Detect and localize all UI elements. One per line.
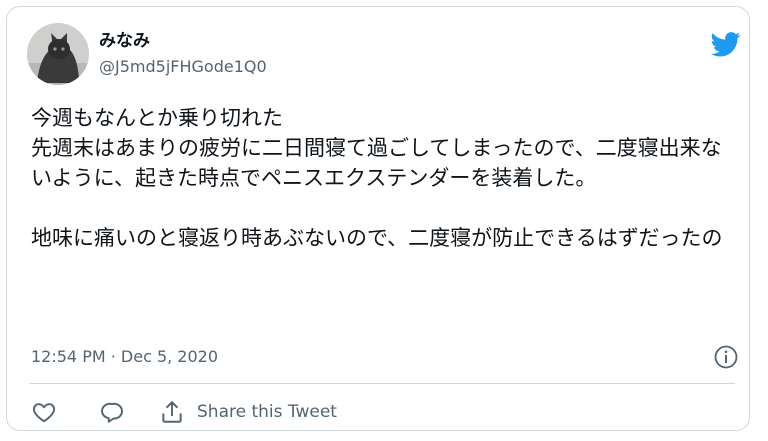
heart-icon bbox=[32, 403, 56, 423]
share-label[interactable]: Share this Tweet bbox=[197, 402, 337, 422]
cat-photo-icon bbox=[27, 23, 89, 85]
reply-bubble-icon bbox=[101, 402, 123, 423]
divider bbox=[29, 383, 735, 384]
tweet-text: 今週もなんとか乗り切れた 先週末はあまりの疲労に二日間寝て過ごしてしまったので、… bbox=[31, 106, 723, 250]
display-name[interactable]: みなみ bbox=[99, 31, 150, 51]
share-tweet-button[interactable]: Share this Tweet bbox=[159, 399, 337, 425]
twitter-bird-icon[interactable] bbox=[710, 29, 741, 59]
share-icon bbox=[162, 401, 182, 423]
tweet-timestamp[interactable]: 12:54 PM · Dec 5, 2020 bbox=[31, 347, 218, 367]
user-handle[interactable]: @J5md5jFHGode1Q0 bbox=[99, 57, 267, 77]
like-button[interactable] bbox=[31, 399, 57, 425]
info-icon[interactable] bbox=[713, 344, 739, 370]
avatar[interactable] bbox=[27, 23, 89, 85]
tweet-card[interactable]: みなみ @J5md5jFHGode1Q0 今週もなんとか乗り切れた 先週末はあま… bbox=[6, 6, 750, 431]
reply-button[interactable] bbox=[99, 399, 125, 425]
